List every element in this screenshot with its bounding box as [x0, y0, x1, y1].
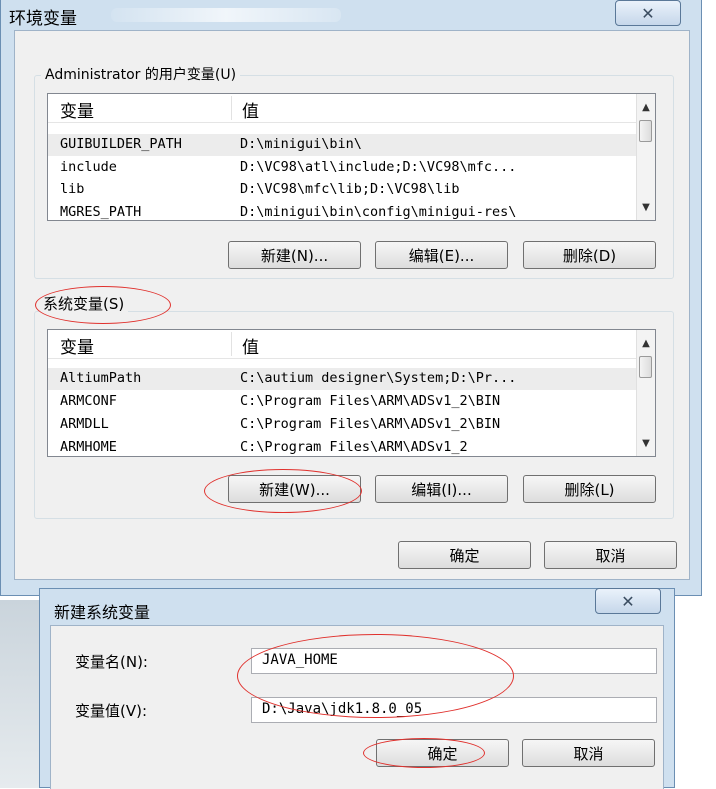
- column-header-value[interactable]: 值: [242, 333, 259, 358]
- scroll-down-icon[interactable]: ▼: [637, 198, 655, 216]
- system-new-button[interactable]: 新建(W)...: [228, 475, 361, 503]
- variable-name: AltiumPath: [60, 370, 142, 386]
- ok-button[interactable]: 确定: [376, 739, 509, 767]
- variable-name: GUIBUILDER_PATH: [60, 136, 182, 152]
- close-icon: ✕: [621, 591, 635, 611]
- table-row[interactable]: AltiumPath C:\autium designer\System;D:\…: [48, 368, 637, 390]
- variable-name: lib: [60, 181, 85, 197]
- variable-name: ARMHOME: [60, 439, 117, 455]
- variable-value: D:\minigui\bin\config\minigui-res\: [240, 204, 517, 220]
- user-variables-list[interactable]: 变量 值 GUIBUILDER_PATH D:\minigui\bin\ inc…: [47, 93, 656, 221]
- variable-name: MGRES_PATH: [60, 204, 142, 220]
- column-header-value[interactable]: 值: [242, 97, 259, 122]
- variable-value: C:\Program Files\ARM\ADSv1_2\BIN: [240, 393, 501, 409]
- column-separator: [231, 332, 232, 356]
- table-row[interactable]: ARMHOME C:\Program Files\ARM\ADSv1_2: [48, 437, 637, 456]
- variable-value-input[interactable]: D:\Java\jdk1.8.0_05: [251, 697, 657, 723]
- table-row[interactable]: MGRES_PATH D:\minigui\bin\config\minigui…: [48, 202, 637, 220]
- table-row[interactable]: GUIBUILDER_PATH D:\minigui\bin\: [48, 134, 637, 156]
- list-header: 变量 值: [48, 330, 637, 359]
- cancel-button[interactable]: 取消: [522, 739, 655, 767]
- user-edit-button[interactable]: 编辑(E)...: [375, 241, 508, 269]
- vertical-scrollbar[interactable]: ▲ ▼: [636, 94, 655, 220]
- variable-name-label: 变量名(N):: [75, 653, 148, 671]
- dialog-title: 环境变量: [9, 9, 77, 29]
- column-separator: [231, 96, 232, 120]
- column-header-variable[interactable]: 变量: [60, 97, 94, 122]
- table-row[interactable]: include D:\VC98\atl\include;D:\VC98\mfc.…: [48, 157, 637, 179]
- scroll-down-icon[interactable]: ▼: [637, 434, 655, 452]
- variable-name: include: [60, 159, 117, 175]
- close-button[interactable]: ✕: [615, 0, 681, 26]
- table-row[interactable]: ARMDLL C:\Program Files\ARM\ADSv1_2\BIN: [48, 414, 637, 436]
- user-new-button[interactable]: 新建(N)...: [228, 241, 361, 269]
- vertical-scrollbar[interactable]: ▲ ▼: [636, 330, 655, 456]
- close-icon: ✕: [641, 3, 655, 23]
- system-delete-button[interactable]: 删除(L): [523, 475, 656, 503]
- variable-name-input[interactable]: JAVA_HOME: [251, 648, 657, 674]
- table-row[interactable]: lib D:\VC98\mfc\lib;D:\VC98\lib: [48, 179, 637, 201]
- system-variables-list[interactable]: 变量 值 AltiumPath C:\autium designer\Syste…: [47, 329, 656, 457]
- variable-value: D:\minigui\bin\: [240, 136, 362, 152]
- new-system-variable-dialog: 新建系统变量 ✕ 变量名(N): JAVA_HOME 变量值(V): D:\Ja…: [39, 588, 675, 789]
- variable-value: D:\VC98\mfc\lib;D:\VC98\lib: [240, 181, 460, 197]
- column-header-variable[interactable]: 变量: [60, 333, 94, 358]
- dialog-client-area: 变量名(N): JAVA_HOME 变量值(V): D:\Java\jdk1.8…: [50, 625, 664, 789]
- list-header: 变量 值: [48, 94, 637, 123]
- scroll-thumb[interactable]: [639, 120, 652, 142]
- blurred-title-text: [111, 8, 341, 22]
- user-delete-button[interactable]: 删除(D): [523, 241, 656, 269]
- variable-name: ARMDLL: [60, 416, 109, 432]
- environment-variables-dialog: 环境变量 ✕ Administrator 的用户变量(U) 变量 值 GUIBU…: [0, 0, 702, 596]
- system-variables-group-label: 系统变量(S): [39, 293, 129, 314]
- ok-button[interactable]: 确定: [398, 541, 531, 569]
- user-variables-group-label: Administrator 的用户变量(U): [41, 64, 241, 84]
- dialog-client-area: Administrator 的用户变量(U) 变量 值 GUIBUILDER_P…: [14, 30, 690, 580]
- scroll-up-icon[interactable]: ▲: [637, 334, 655, 352]
- variable-value: D:\VC98\atl\include;D:\VC98\mfc...: [240, 159, 517, 175]
- variable-value: C:\Program Files\ARM\ADSv1_2: [240, 439, 468, 455]
- background-window-edge: [0, 600, 39, 788]
- variable-value-label: 变量值(V):: [75, 702, 148, 720]
- dialog-title: 新建系统变量: [54, 603, 151, 622]
- table-row[interactable]: ARMCONF C:\Program Files\ARM\ADSv1_2\BIN: [48, 391, 637, 413]
- variable-value: C:\autium designer\System;D:\Pr...: [240, 370, 517, 386]
- close-button[interactable]: ✕: [595, 588, 661, 614]
- scroll-thumb[interactable]: [639, 356, 652, 378]
- scroll-up-icon[interactable]: ▲: [637, 98, 655, 116]
- cancel-button[interactable]: 取消: [544, 541, 677, 569]
- system-edit-button[interactable]: 编辑(I)...: [375, 475, 508, 503]
- variable-name: ARMCONF: [60, 393, 117, 409]
- variable-value: C:\Program Files\ARM\ADSv1_2\BIN: [240, 416, 501, 432]
